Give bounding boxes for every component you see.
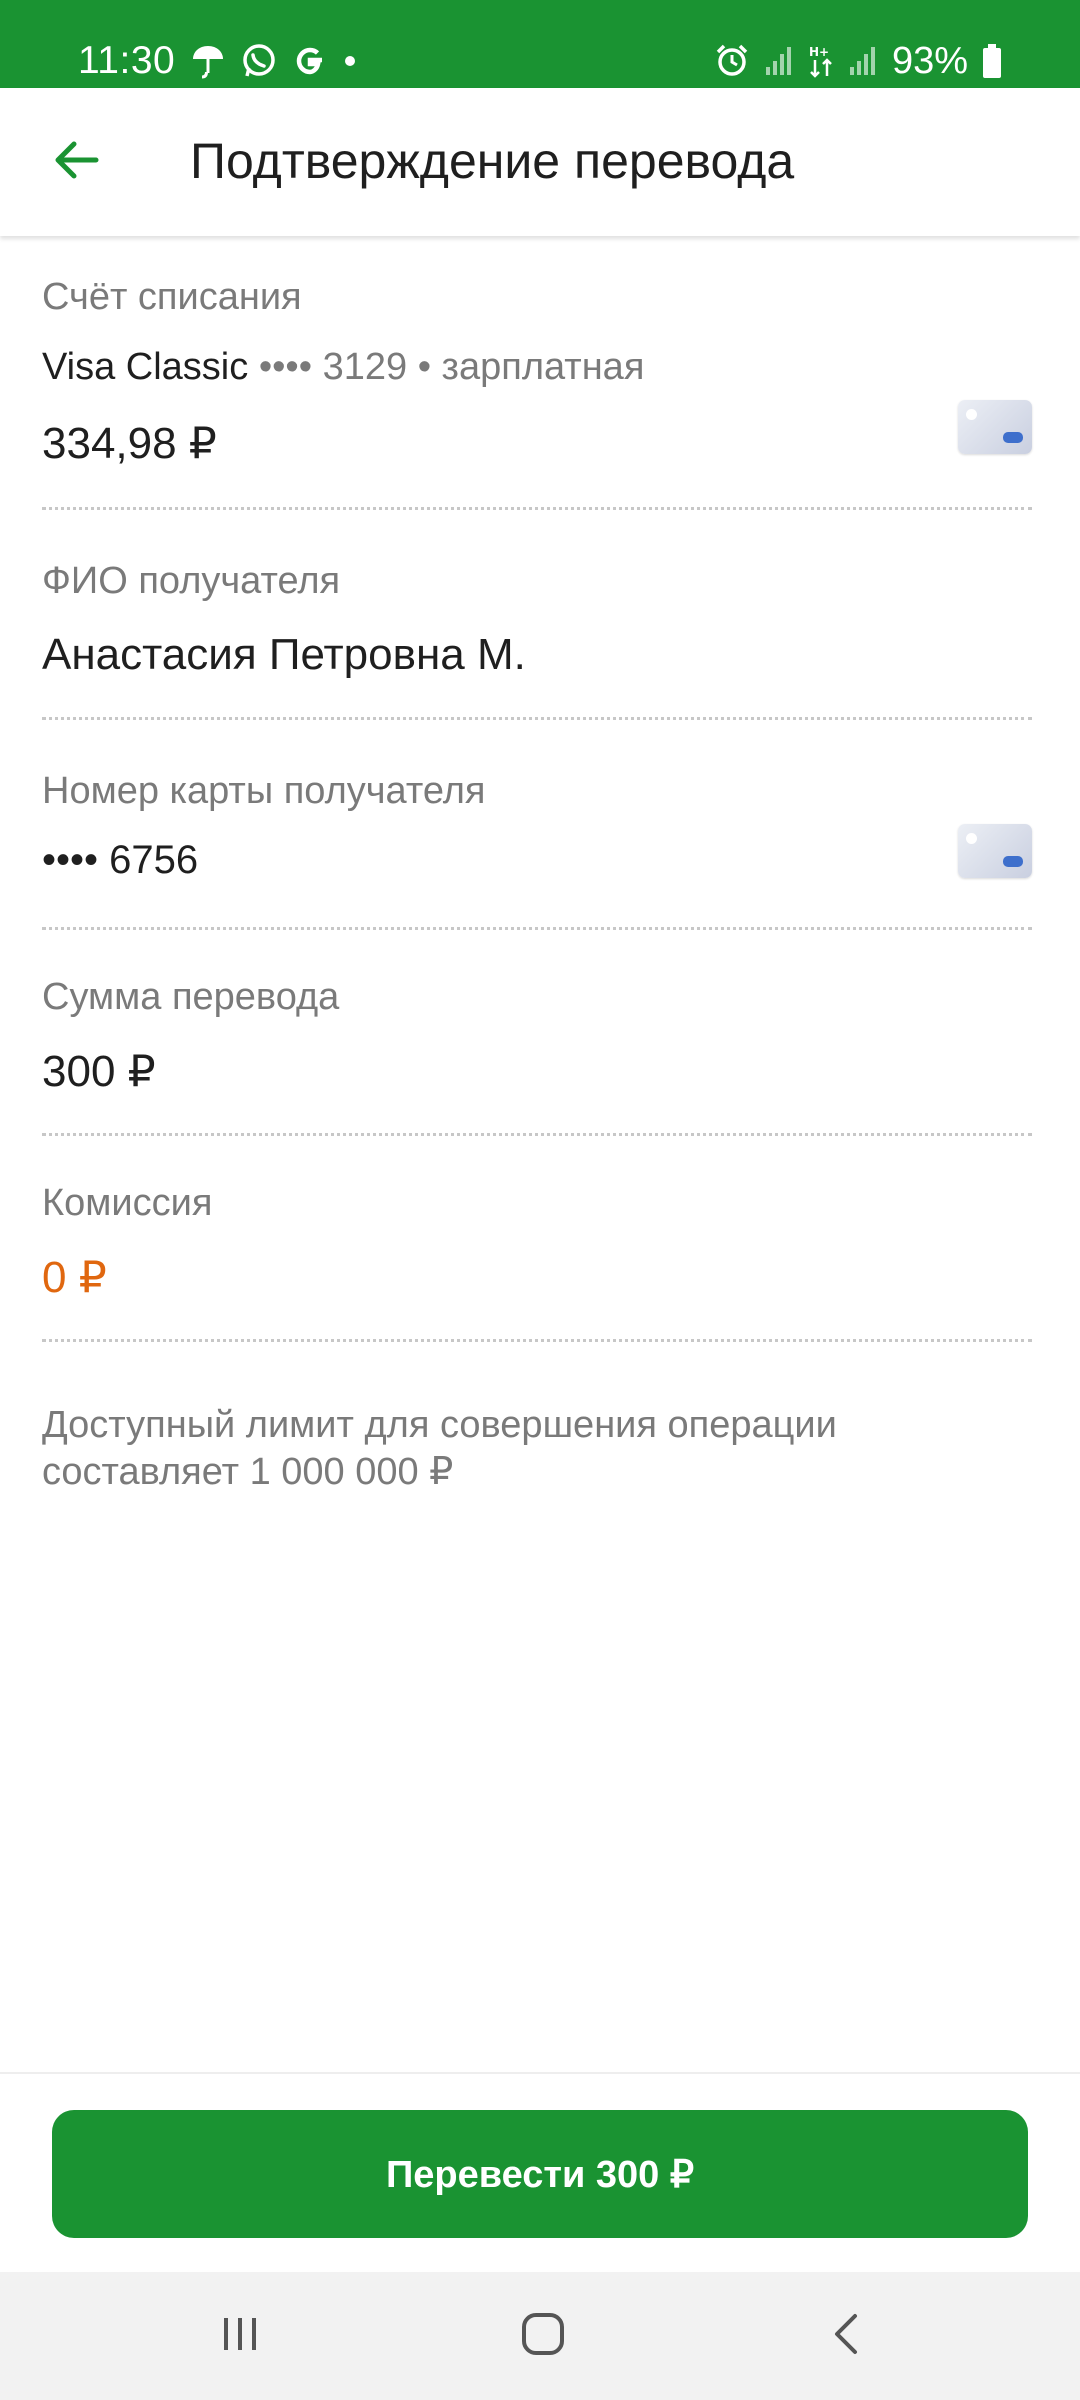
card-icon (958, 400, 1032, 454)
whatsapp-icon (241, 43, 277, 79)
back-icon (831, 2312, 861, 2361)
alarm-icon (714, 43, 750, 79)
amount-label: Сумма перевода (42, 976, 340, 1018)
home-icon (520, 2311, 566, 2362)
status-bar: 11:30 H+ 93% (0, 0, 1080, 88)
status-right: H+ 93% (714, 34, 1002, 88)
page-title: Подтверждение перевода (190, 133, 795, 189)
commission-value: 0 ₽ (42, 1253, 107, 1302)
recipient-card-label: Номер карты получателя (42, 770, 486, 812)
source-card-details: •••• 3129 • зарплатная (248, 346, 645, 388)
arrow-left-icon (52, 140, 100, 185)
amount-value: 300 ₽ (42, 1047, 156, 1096)
transfer-button[interactable]: Перевести 300 ₽ (52, 2110, 1028, 2238)
card-icon (958, 824, 1032, 878)
recipient-card-field: Номер карты получателя •••• 6756 (42, 720, 1032, 930)
back-button[interactable] (36, 122, 116, 202)
amount-field: Сумма перевода 300 ₽ (42, 930, 1032, 1136)
system-back-button[interactable] (796, 2296, 896, 2376)
recipient-name-field: ФИО получателя Анастасия Петровна М. (42, 510, 1032, 720)
status-time: 11:30 (78, 39, 176, 82)
signal-icon (764, 45, 794, 77)
commission-label: Комиссия (42, 1182, 213, 1224)
battery-percent: 93% (891, 39, 968, 82)
svg-text:H+: H+ (809, 45, 829, 59)
source-account-field[interactable]: Счёт списания Visa Classic •••• 3129 • з… (42, 236, 1032, 510)
recipient-name-value: Анастасия Петровна М. (42, 630, 526, 679)
app-bar: Подтверждение перевода (0, 88, 1080, 236)
recent-apps-icon (220, 2314, 260, 2359)
home-button[interactable] (493, 2296, 593, 2376)
recipient-card-value: •••• 6756 (42, 838, 199, 882)
battery-icon (982, 44, 1002, 78)
divider (0, 2072, 1080, 2074)
data-transfer-icon: H+ (808, 43, 834, 79)
commission-field: Комиссия 0 ₽ (42, 1136, 1032, 1342)
limit-note: Доступный лимит для совершения операции … (42, 1404, 837, 1493)
signal-icon (848, 45, 878, 77)
source-account-label: Счёт списания (42, 276, 302, 318)
status-left: 11:30 (78, 34, 357, 88)
umbrella-icon (191, 42, 225, 80)
recipient-name-label: ФИО получателя (42, 560, 341, 602)
google-icon (293, 44, 327, 78)
source-card-line: Visa Classic •••• 3129 • зарплатная (42, 346, 644, 389)
dot-icon (343, 54, 357, 68)
recent-apps-button[interactable] (190, 2296, 290, 2376)
source-balance: 334,98 ₽ (42, 419, 217, 468)
source-card-name: Visa Classic (42, 346, 249, 388)
navigation-bar (0, 2272, 1080, 2400)
